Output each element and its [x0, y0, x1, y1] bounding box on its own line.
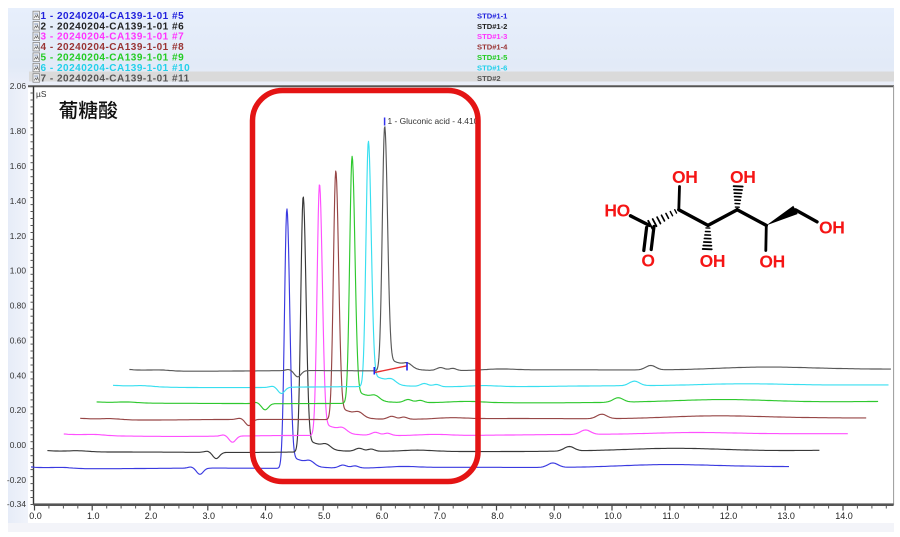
- svg-text:OH: OH: [759, 251, 785, 271]
- svg-text:5.0: 5.0: [318, 511, 331, 521]
- svg-text:0.20: 0.20: [10, 405, 27, 415]
- svg-text:10.0: 10.0: [604, 511, 622, 521]
- svg-text:1 - 20240204-CA139-1-01 #5: 1 - 20240204-CA139-1-01 #5: [41, 11, 185, 22]
- svg-text:1.80: 1.80: [10, 126, 27, 136]
- svg-text:OH: OH: [672, 167, 698, 187]
- svg-text:STD#1-4: STD#1-4: [477, 43, 508, 52]
- svg-text:13.0: 13.0: [777, 511, 795, 521]
- svg-text:STD#1-3: STD#1-3: [477, 32, 507, 41]
- svg-text:1.60: 1.60: [10, 161, 27, 171]
- svg-text:2 - 20240204-CA139-1-01 #6: 2 - 20240204-CA139-1-01 #6: [41, 21, 185, 32]
- svg-text:O: O: [641, 251, 654, 271]
- svg-text:OH: OH: [700, 251, 726, 271]
- svg-text:1 - Gluconic acid - 4.410: 1 - Gluconic acid - 4.410: [388, 116, 479, 126]
- svg-text:2.06: 2.06: [10, 81, 27, 91]
- svg-text:0.60: 0.60: [10, 335, 27, 345]
- svg-text:7 - 20240204-CA139-1-01 #11: 7 - 20240204-CA139-1-01 #11: [41, 73, 190, 84]
- svg-text:0.40: 0.40: [10, 370, 27, 380]
- svg-text:11.0: 11.0: [662, 511, 679, 521]
- svg-text:1.00: 1.00: [10, 266, 27, 276]
- svg-text:STD#1-6: STD#1-6: [477, 64, 507, 73]
- svg-text:3 - 20240204-CA139-1-01 #7: 3 - 20240204-CA139-1-01 #7: [41, 32, 185, 43]
- svg-text:-0.20: -0.20: [7, 475, 26, 485]
- svg-text:1.0: 1.0: [87, 511, 100, 521]
- svg-text:OH: OH: [819, 217, 845, 237]
- svg-text:6.0: 6.0: [376, 511, 389, 521]
- svg-text:OH: OH: [730, 167, 756, 187]
- svg-text:1.40: 1.40: [10, 196, 27, 206]
- svg-text:STD#2: STD#2: [477, 74, 501, 83]
- svg-text:0.00: 0.00: [10, 440, 27, 450]
- svg-text:2.0: 2.0: [145, 511, 158, 521]
- svg-text:4 - 20240204-CA139-1-01 #8: 4 - 20240204-CA139-1-01 #8: [41, 42, 185, 53]
- svg-text:µS: µS: [36, 89, 47, 99]
- svg-text:STD#1-1: STD#1-1: [477, 11, 508, 20]
- svg-text:STD#1-5: STD#1-5: [477, 53, 508, 62]
- svg-text:4.0: 4.0: [260, 511, 273, 521]
- svg-text:14.0: 14.0: [835, 511, 853, 521]
- svg-text:0.80: 0.80: [10, 301, 27, 311]
- svg-text:HO: HO: [604, 201, 630, 221]
- svg-text:0.0: 0.0: [29, 511, 42, 521]
- svg-text:8.0: 8.0: [491, 511, 504, 521]
- svg-text:6 - 20240204-CA139-1-01 #10: 6 - 20240204-CA139-1-01 #10: [41, 63, 191, 74]
- svg-text:7.0: 7.0: [434, 511, 447, 521]
- svg-text:STD#1-2: STD#1-2: [477, 22, 507, 31]
- svg-text:5 - 20240204-CA139-1-01 #9: 5 - 20240204-CA139-1-01 #9: [41, 53, 185, 64]
- svg-text:1.20: 1.20: [10, 231, 27, 241]
- svg-text:3.0: 3.0: [203, 511, 216, 521]
- svg-text:12.0: 12.0: [720, 511, 738, 521]
- svg-text:-0.34: -0.34: [7, 499, 26, 509]
- svg-text:9.0: 9.0: [549, 511, 562, 521]
